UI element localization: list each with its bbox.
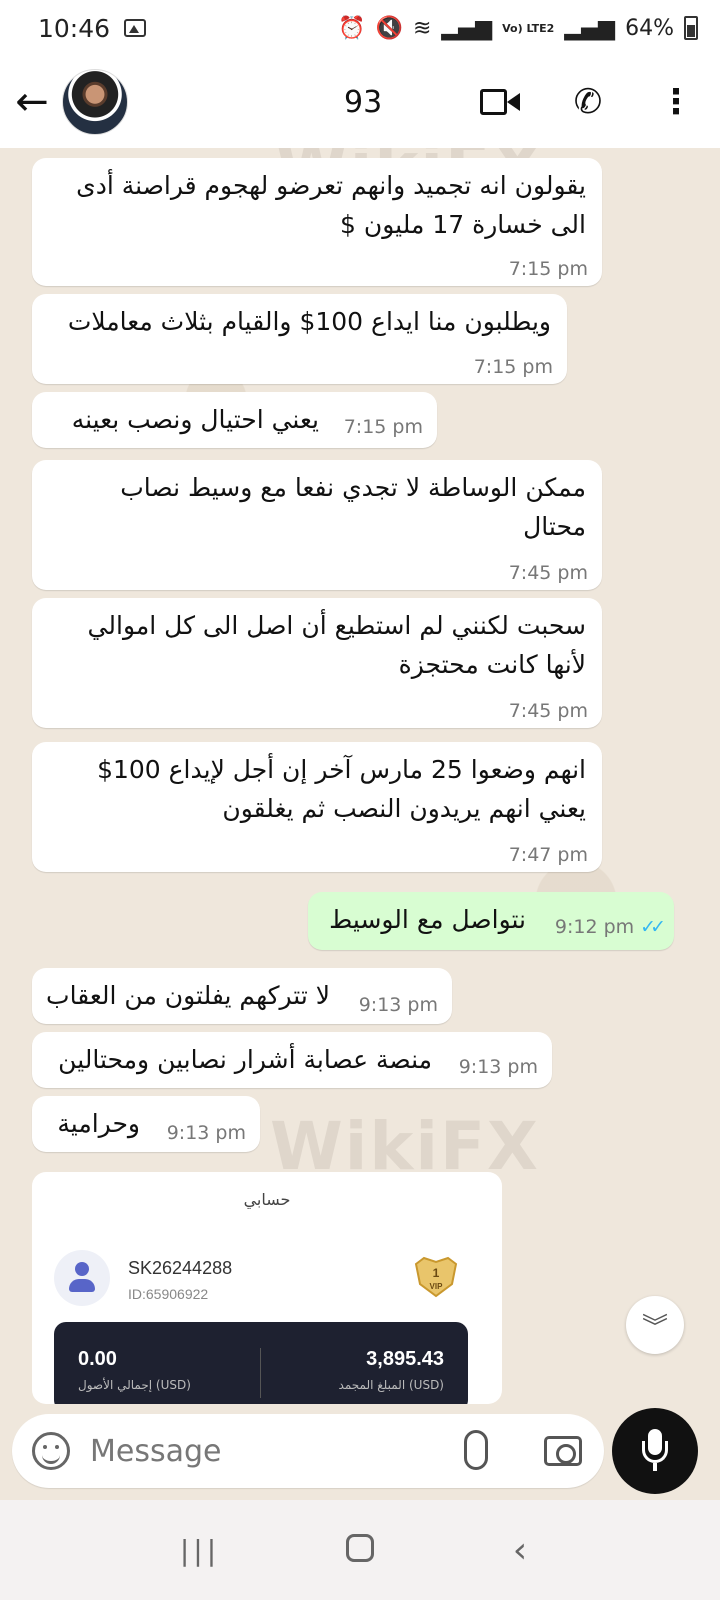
header-actions: ✆ ⋮ [456,72,720,132]
message-input[interactable] [90,1428,450,1474]
message-text: وحرامية [57,1109,140,1138]
sticker-icon[interactable] [32,1432,70,1470]
vip-badge-icon: 1 VIP [414,1256,458,1298]
status-indicators: ⏰ 🔇 ≋ ▂▄▆ Vo) LTE2 ▂▄▆ 64% [338,16,698,41]
more-vertical-icon: ⋮ [659,82,693,122]
message-text: يعني احتيال ونصب بعينه [71,405,319,434]
message-text: ممكن الوساطة لا تجدي نفعا مع وسيط نصاب م… [120,473,586,541]
volte-label: Vo) LTE2 [502,21,555,35]
message-time: 7:47 pm [508,844,588,866]
chat-area[interactable]: WikiFX WikiFX WikiFX WikiFX يقولون انه ت… [0,148,720,1404]
status-time: 10:46 [38,13,111,43]
shared-image[interactable]: حسابي SK26244288 ID:65906922 1 VIP 0.00 … [32,1172,502,1404]
message-time: 9:13 pm [458,1056,538,1078]
message-time: 7:45 pm [508,700,588,722]
phone-call-icon: ✆ [573,82,603,122]
message-bubble[interactable]: يقولون انه تجميد وانهم تعرضو لهجوم قراصن… [32,158,602,286]
status-bar: 10:46 ⏰ 🔇 ≋ ▂▄▆ Vo) LTE2 ▂▄▆ 64% [0,0,720,56]
wifi-icon: ≋ [412,15,432,41]
system-nav-bar: ||| ‹ [0,1500,720,1600]
video-call-icon [480,89,520,115]
read-ticks-icon: ✓✓ [640,916,666,938]
voice-call-button[interactable]: ✆ [544,72,632,132]
message-bubble-outgoing[interactable]: نتواصل مع الوسيط 9:12 pm ✓✓ [308,892,674,950]
microphone-icon [640,1429,670,1473]
image-account-id: ID:65906922 [128,1286,209,1302]
divider [260,1348,261,1398]
message-time: 7:15 pm [473,356,553,378]
paperclip-icon[interactable] [464,1430,488,1470]
total-assets-value: 0.00 [78,1348,117,1370]
vip-label: VIP [430,1282,444,1291]
message-time-row: 9:12 pm ✓✓ [554,916,666,938]
message-text: سحبت لكنني لم استطيع أن اصل الى كل اموال… [87,611,586,679]
frozen-amount-value: 3,895.43 [366,1348,444,1370]
gallery-notification-icon [124,19,147,37]
more-options-button[interactable]: ⋮ [632,72,720,132]
message-time: 7:15 pm [343,416,423,438]
contact-name[interactable]: 93 [344,85,382,120]
signal-icon: ▂▄▆ [441,15,493,41]
signal-icon-2: ▂▄▆ [564,15,616,41]
message-time: 9:12 pm [554,916,635,938]
arrow-left-icon[interactable]: ← [2,79,62,125]
message-time: 9:13 pm [358,994,438,1016]
input-bar [0,1404,720,1500]
message-field [12,1414,604,1488]
camera-icon[interactable] [544,1436,582,1466]
message-text: منصة عصابة أشرار نصابين ومحتالين [58,1045,432,1074]
profile-icon [54,1250,110,1306]
message-text: ويطلبون منا ايداع 100$ والقيام بثلاث معا… [67,307,551,336]
message-bubble[interactable]: منصة عصابة أشرار نصابين ومحتالين 9:13 pm [32,1032,552,1088]
message-text: نتواصل مع الوسيط [329,905,526,934]
alarm-icon: ⏰ [338,15,366,41]
message-bubble[interactable]: ويطلبون منا ايداع 100$ والقيام بثلاث معا… [32,294,567,384]
mute-icon: 🔇 [375,15,403,41]
frozen-amount-label: المبلغ المجمد (USD) [338,1378,444,1392]
message-bubble[interactable]: سحبت لكنني لم استطيع أن اصل الى كل اموال… [32,598,602,728]
double-chevron-down-icon: ︾ [641,1312,668,1343]
recents-icon[interactable]: ||| [160,1534,240,1567]
image-account-name: SK26244288 [128,1258,233,1278]
vip-level: 1 [433,1266,440,1280]
message-bubble[interactable]: انهم وضعوا 25 مارس آخر إن أجل لإيداع 100… [32,742,602,872]
back-nav-icon[interactable]: ‹ [480,1530,560,1571]
image-title: حسابي [243,1190,291,1209]
message-bubble[interactable]: لا تتركهم يفلتون من العقاب 9:13 pm [32,968,452,1024]
message-text: انهم وضعوا 25 مارس آخر إن أجل لإيداع 100… [97,755,586,823]
message-time: 7:45 pm [508,562,588,584]
total-assets-label: إجمالي الأصول (USD) [78,1378,191,1392]
video-call-button[interactable] [456,72,544,132]
message-text: لا تتركهم يفلتون من العقاب [46,981,330,1010]
balance-panel: 0.00 إجمالي الأصول (USD) 3,895.43 المبلغ… [54,1322,468,1404]
message-time: 9:13 pm [166,1122,246,1144]
home-button[interactable] [320,1530,400,1571]
battery-icon [684,16,698,40]
home-icon [346,1533,374,1562]
scroll-to-bottom-button[interactable]: ︾ [626,1296,684,1354]
voice-message-button[interactable] [612,1408,698,1494]
chat-header: ← 93 ✆ ⋮ [0,56,720,148]
message-text: يقولون انه تجميد وانهم تعرضو لهجوم قراصن… [76,171,586,239]
message-time: 7:15 pm [508,258,588,280]
message-bubble[interactable]: ممكن الوساطة لا تجدي نفعا مع وسيط نصاب م… [32,460,602,590]
message-bubble[interactable]: يعني احتيال ونصب بعينه 7:15 pm [32,392,437,448]
battery-percent: 64% [625,15,674,41]
message-bubble[interactable]: وحرامية 9:13 pm [32,1096,260,1152]
avatar[interactable] [62,69,128,135]
